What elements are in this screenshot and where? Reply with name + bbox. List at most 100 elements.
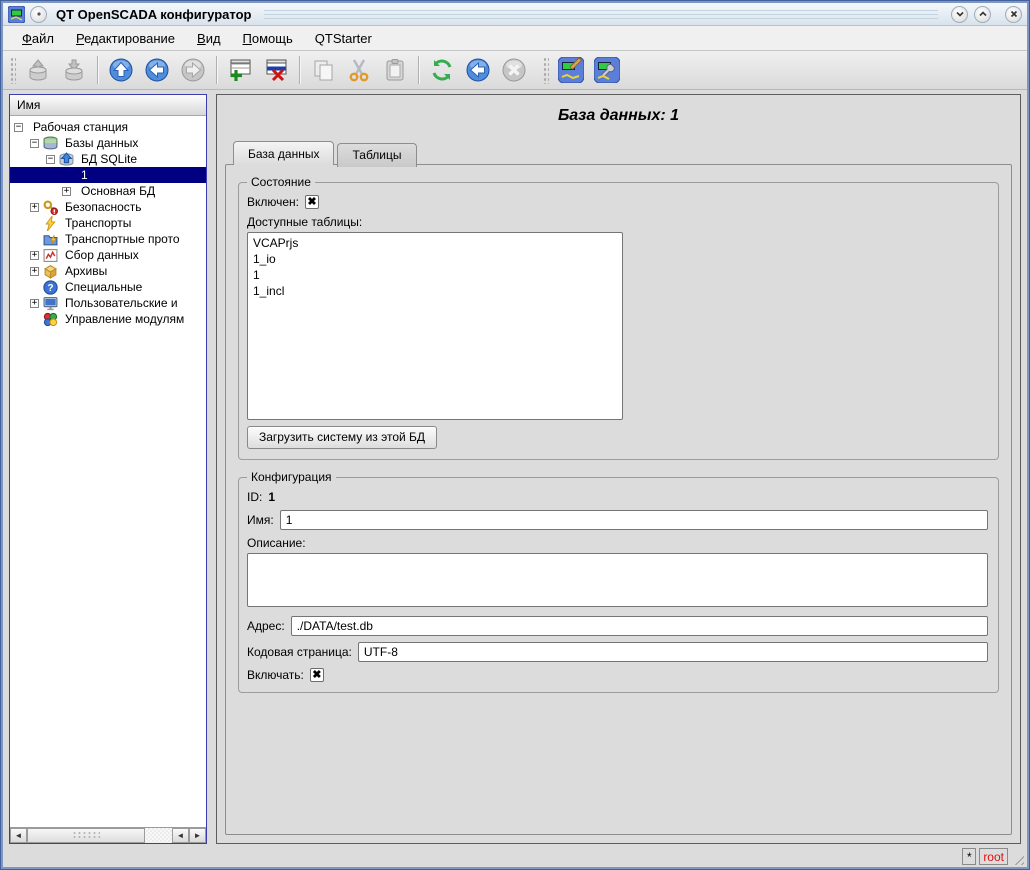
cut-icon[interactable]	[341, 53, 377, 87]
back-icon[interactable]	[139, 53, 175, 87]
enabled-label: Включен:	[247, 195, 299, 209]
qtcfg-icon[interactable]	[553, 53, 589, 87]
tree-item-data-acquisition[interactable]: + Сбор данных	[10, 247, 206, 263]
app-icon	[8, 6, 25, 23]
page-title: База данных: 1	[225, 107, 1012, 125]
id-value: 1	[268, 490, 275, 504]
name-label: Имя:	[247, 513, 274, 527]
tree-item-security[interactable]: + Безопасность	[10, 199, 206, 215]
close-icon[interactable]	[1005, 6, 1022, 23]
tab-database[interactable]: База данных	[233, 141, 334, 165]
resize-grip-icon[interactable]	[1011, 852, 1024, 865]
config-group: Конфигурация ID: 1 Имя: Описание: А	[238, 470, 999, 693]
description-input[interactable]	[247, 553, 988, 607]
special-icon: ?	[43, 280, 59, 295]
modified-flag: *	[962, 848, 976, 865]
name-input[interactable]	[280, 510, 988, 530]
menu-view[interactable]: Вид	[188, 28, 230, 49]
app-window: QT OpenSCADA конфигуратор Файл Редактиро…	[0, 0, 1030, 870]
list-item[interactable]: VCAPrjs	[251, 235, 619, 251]
address-input[interactable]	[291, 616, 988, 636]
module-management-icon	[43, 312, 59, 327]
tree-item-sqlite[interactable]: − БД SQLite	[10, 151, 206, 167]
tree-item-special[interactable]: ? Специальные	[10, 279, 206, 295]
databases-icon	[43, 136, 59, 151]
tab-bar: База данных Таблицы	[233, 141, 1012, 165]
vision-icon[interactable]	[589, 53, 625, 87]
tree-item-db-1[interactable]: 1	[10, 167, 206, 183]
collapse-icon[interactable]: −	[46, 155, 55, 164]
scroll-left-icon[interactable]: ◄	[172, 828, 189, 843]
list-item[interactable]: 1_io	[251, 251, 619, 267]
forward-icon	[175, 53, 211, 87]
delete-item-icon[interactable]	[258, 53, 294, 87]
tree-item-databases[interactable]: − Базы данных	[10, 135, 206, 151]
menu-file[interactable]: Файл	[13, 28, 63, 49]
security-icon	[43, 200, 59, 215]
tables-label: Доступные таблицы:	[247, 215, 362, 229]
scroll-right-icon[interactable]: ►	[189, 828, 206, 843]
expand-icon[interactable]: +	[30, 251, 39, 260]
toolbar-handle[interactable]	[9, 56, 16, 84]
scrollbar-track[interactable]	[145, 828, 172, 843]
menubar: Файл Редактирование Вид Помощь QTStarter	[3, 26, 1027, 51]
load-system-button[interactable]: Загрузить систему из этой БД	[247, 426, 437, 449]
toolbar-separator	[97, 56, 98, 84]
tree-header[interactable]: Имя	[10, 95, 206, 116]
paste-icon	[377, 53, 413, 87]
window-title: QT OpenSCADA конфигуратор	[56, 7, 251, 22]
main-panel: База данных: 1 База данных Таблицы Состо…	[216, 94, 1021, 844]
titlebar[interactable]: QT OpenSCADA конфигуратор	[3, 3, 1027, 26]
up-icon[interactable]	[103, 53, 139, 87]
sticky-icon[interactable]	[30, 6, 47, 23]
list-item[interactable]: 1	[251, 267, 619, 283]
collapse-icon[interactable]: −	[30, 139, 39, 148]
tree-item-archives[interactable]: + Архивы	[10, 263, 206, 279]
content-area: Имя − Рабочая станция − Базы данных −	[3, 90, 1027, 846]
menu-qtstarter[interactable]: QTStarter	[306, 28, 381, 49]
tree-body: − Рабочая станция − Базы данных −	[10, 116, 206, 827]
save-to-db-icon	[56, 53, 92, 87]
toolbar-separator	[418, 56, 419, 84]
user-badge: root	[979, 848, 1008, 865]
transport-protocols-icon	[43, 232, 59, 247]
scrollbar-thumb[interactable]	[27, 828, 145, 843]
to-enable-checkbox[interactable]: ✖	[310, 668, 324, 682]
tree-horizontal-scrollbar[interactable]: ◄ ◄ ►	[10, 827, 206, 843]
description-label: Описание:	[247, 536, 306, 550]
menu-edit[interactable]: Редактирование	[67, 28, 184, 49]
toolbar-separator	[299, 56, 300, 84]
codepage-input[interactable]	[358, 642, 988, 662]
tables-list[interactable]: VCAPrjs 1_io 1 1_incl	[247, 232, 623, 420]
svg-text:?: ?	[47, 283, 53, 294]
toolbar-separator	[216, 56, 217, 84]
scroll-left-icon[interactable]: ◄	[10, 828, 27, 843]
list-item[interactable]: 1_incl	[251, 283, 619, 299]
tree-panel: Имя − Рабочая станция − Базы данных −	[9, 94, 207, 844]
start-icon[interactable]	[460, 53, 496, 87]
expand-icon[interactable]: +	[62, 187, 71, 196]
tree-item-transport-protocols[interactable]: Транспортные прото	[10, 231, 206, 247]
expand-icon[interactable]: +	[30, 203, 39, 212]
titlebar-stripes	[264, 10, 938, 19]
load-from-db-icon	[20, 53, 56, 87]
tree-item-user-interfaces[interactable]: + Пользовательские и	[10, 295, 206, 311]
add-item-icon[interactable]	[222, 53, 258, 87]
expand-icon[interactable]: +	[30, 267, 39, 276]
collapse-icon[interactable]: −	[14, 123, 23, 132]
to-enable-label: Включать:	[247, 668, 304, 682]
toolbar-handle[interactable]	[542, 56, 549, 84]
refresh-icon[interactable]	[424, 53, 460, 87]
minimize-icon[interactable]	[951, 6, 968, 23]
tree-item-module-management[interactable]: Управление модулям	[10, 311, 206, 327]
tab-content: Состояние Включен: ✖ Доступные таблицы: …	[225, 164, 1012, 835]
maximize-icon[interactable]	[974, 6, 991, 23]
tree-item-workstation[interactable]: − Рабочая станция	[10, 119, 206, 135]
stop-icon	[496, 53, 532, 87]
expand-icon[interactable]: +	[30, 299, 39, 308]
enabled-checkbox[interactable]: ✖	[305, 195, 319, 209]
menu-help[interactable]: Помощь	[234, 28, 302, 49]
tab-tables[interactable]: Таблицы	[337, 143, 416, 167]
tree-item-main-db[interactable]: + Основная БД	[10, 183, 206, 199]
tree-item-transports[interactable]: Транспорты	[10, 215, 206, 231]
